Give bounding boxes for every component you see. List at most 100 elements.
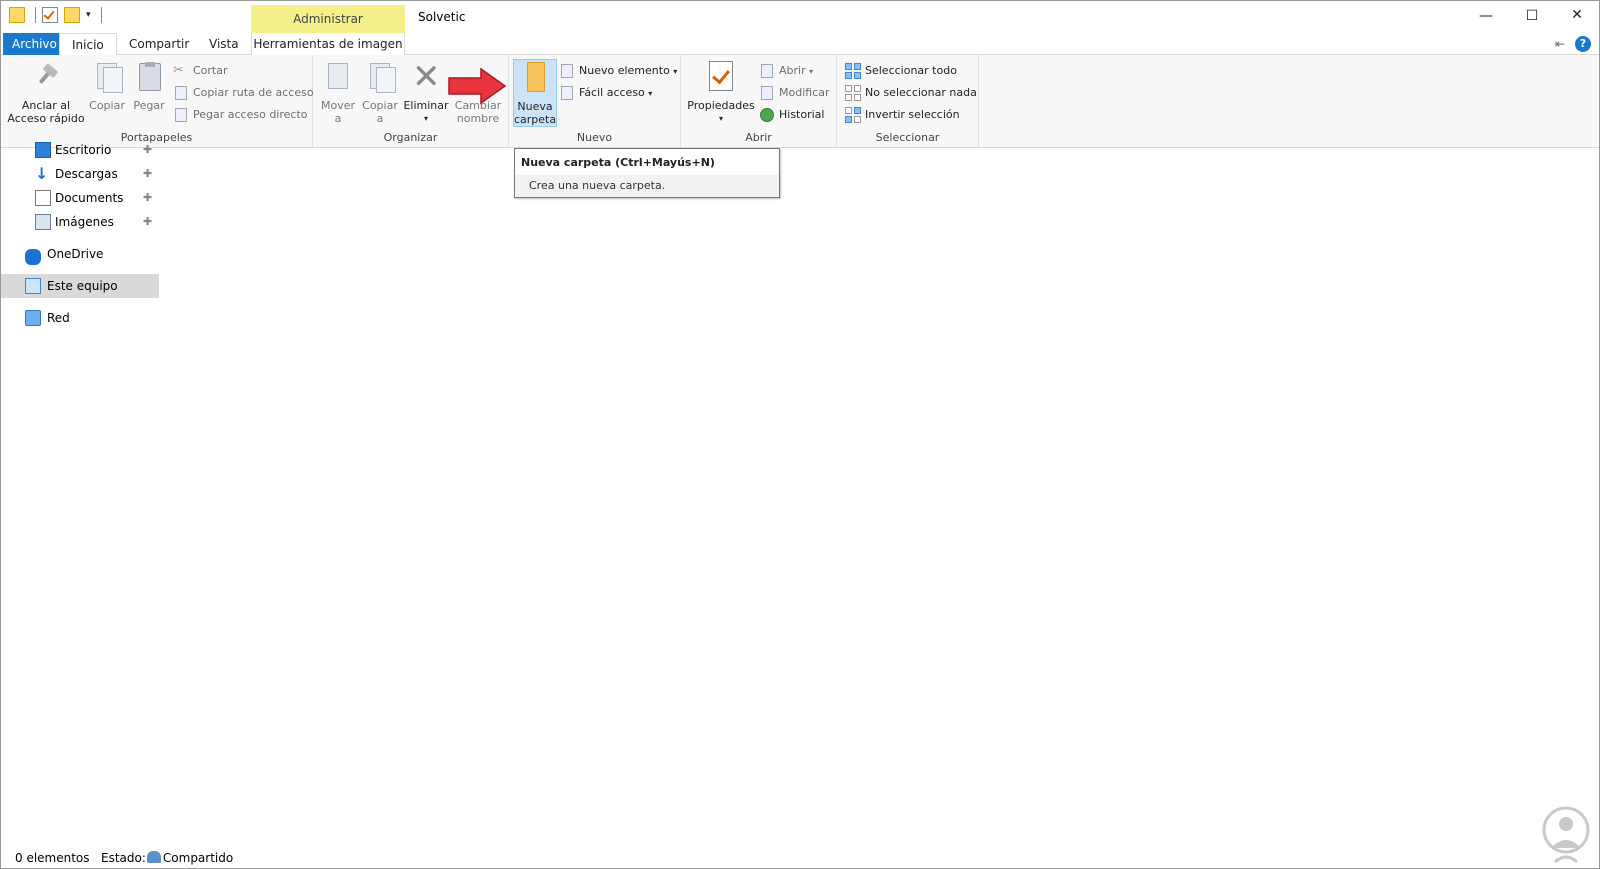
- help-icon[interactable]: ?: [1575, 36, 1591, 52]
- group-clipboard: Anclar al Acceso rápido Copiar Pegar ✂ C…: [1, 55, 314, 148]
- group-label-organize: Organizar: [383, 131, 438, 144]
- edit-icon: [759, 85, 775, 101]
- copy-label: Copiar: [89, 99, 125, 112]
- onedrive-icon: [25, 249, 41, 265]
- cut-button[interactable]: ✂ Cortar: [173, 61, 228, 81]
- copy-to-button[interactable]: Copiar a: [359, 59, 401, 125]
- easy-access-chevron-icon: ▾: [648, 89, 653, 98]
- invert-selection-label: Invertir selección: [865, 108, 960, 121]
- pin-icon: ✚: [143, 143, 153, 156]
- move-label-2: a: [334, 112, 342, 125]
- ribbon: Anclar al Acceso rápido Copiar Pegar ✂ C…: [1, 55, 1599, 148]
- easy-access-button[interactable]: Fácil acceso ▾: [559, 83, 652, 103]
- copy-path-label: Copiar ruta de acceso: [193, 86, 314, 99]
- navigation-pane: Escritorio ✚ ↓ Descargas ✚ Documents ✚ I…: [1, 142, 159, 838]
- new-folder-icon[interactable]: [64, 7, 80, 23]
- nav-label-documents: Documents: [55, 191, 124, 205]
- invert-selection-icon: [845, 107, 861, 123]
- delete-x-icon: ✕: [412, 57, 441, 97]
- tab-image-tools[interactable]: Herramientas de imagen: [251, 33, 405, 56]
- history-button[interactable]: Historial: [759, 105, 824, 125]
- properties-icon[interactable]: [42, 7, 58, 23]
- pin-label-2: Acceso rápido: [7, 112, 85, 125]
- history-icon: [759, 107, 775, 123]
- nav-item-network[interactable]: Red: [1, 306, 159, 330]
- toolbar-divider: [100, 7, 102, 23]
- paste-shortcut-icon: [173, 107, 189, 123]
- customize-toolbar-chevron-icon[interactable]: ▾: [86, 10, 91, 20]
- download-icon: ↓: [35, 164, 49, 183]
- copy-icon: [91, 61, 123, 93]
- copy-to-icon: [364, 61, 396, 93]
- paste-button[interactable]: Pegar: [129, 59, 169, 112]
- toolbar-divider: [35, 7, 36, 23]
- new-item-label: Nuevo elemento: [579, 64, 670, 77]
- nav-item-this-pc[interactable]: Este equipo: [1, 274, 159, 298]
- tab-home[interactable]: Inicio: [59, 33, 117, 56]
- state-value: Compartido: [162, 851, 234, 865]
- contextual-tab-manage[interactable]: Administrar: [251, 5, 405, 33]
- edit-label: Modificar: [779, 86, 830, 99]
- nav-item-pictures[interactable]: Imágenes ✚: [1, 210, 159, 234]
- open-chevron-icon: ▾: [809, 67, 814, 76]
- nav-item-downloads[interactable]: ↓ Descargas ✚: [1, 162, 159, 186]
- paste-shortcut-button[interactable]: Pegar acceso directo: [173, 105, 308, 125]
- select-all-button[interactable]: Seleccionar todo: [845, 61, 957, 81]
- copy-button[interactable]: Copiar: [87, 59, 127, 112]
- nav-item-documents[interactable]: Documents ✚: [1, 186, 159, 210]
- pin-icon: ✚: [143, 191, 153, 204]
- select-none-icon: [845, 85, 861, 101]
- easy-access-label: Fácil acceso: [579, 86, 645, 99]
- file-list-area[interactable]: [159, 148, 1599, 838]
- tab-view[interactable]: Vista: [197, 33, 251, 55]
- state-label: Estado:: [101, 851, 146, 865]
- select-all-icon: [845, 63, 861, 79]
- new-folder-label-2: carpeta: [514, 113, 557, 126]
- maximize-button[interactable]: ☐: [1509, 1, 1555, 33]
- pin-ribbon-icon[interactable]: ⇤: [1555, 37, 1565, 51]
- paste-shortcut-label: Pegar acceso directo: [193, 108, 308, 121]
- status-state: Estado: Compartido: [101, 851, 233, 865]
- help-area: ⇤ ?: [1555, 36, 1591, 52]
- nav-label-onedrive: OneDrive: [47, 247, 104, 261]
- properties-button[interactable]: Propiedades ▾: [687, 59, 755, 125]
- nav-item-desktop[interactable]: Escritorio ✚: [1, 138, 159, 162]
- invert-selection-button[interactable]: Invertir selección: [845, 105, 960, 125]
- close-button[interactable]: ✕: [1554, 0, 1600, 32]
- copy-to-label-2: a: [376, 112, 384, 125]
- properties-label: Propiedades: [687, 99, 755, 112]
- new-folder-button[interactable]: Nueva carpeta: [513, 59, 557, 127]
- ribbon-tab-row: Archivo Inicio Compartir Vista Herramien…: [1, 33, 1599, 56]
- pin-icon: [30, 61, 62, 93]
- nav-label-this-pc: Este equipo: [47, 279, 118, 293]
- window-title: Solvetic: [418, 10, 466, 24]
- quick-access-toolbar: ▾: [9, 7, 102, 23]
- red-arrow-icon: [448, 67, 507, 105]
- edit-button[interactable]: Modificar: [759, 83, 830, 103]
- rename-label-2: nombre: [456, 112, 500, 125]
- status-bar: 0 elementos Estado: Compartido: [1, 848, 1599, 868]
- history-label: Historial: [779, 108, 825, 121]
- network-icon: [25, 310, 41, 326]
- open-button[interactable]: Abrir ▾: [759, 61, 813, 81]
- pin-icon: ✚: [143, 167, 153, 180]
- minimize-button[interactable]: —: [1463, 1, 1509, 33]
- delete-button[interactable]: ✕ Eliminar ▾: [403, 59, 449, 125]
- folder-icon: [519, 62, 551, 94]
- copy-path-button[interactable]: Copiar ruta de acceso: [173, 83, 314, 103]
- copy-to-label-1: Copiar: [362, 99, 398, 112]
- title-bar: ▾ Administrar Solvetic — ☐: [1, 1, 1599, 33]
- nav-item-onedrive[interactable]: OneDrive: [1, 242, 159, 266]
- properties-chevron-icon: ▾: [718, 114, 723, 123]
- move-to-button[interactable]: Mover a: [317, 59, 359, 125]
- pin-quick-access-button[interactable]: Anclar al Acceso rápido: [7, 59, 85, 125]
- new-item-button[interactable]: Nuevo elemento ▾: [559, 61, 677, 81]
- shared-users-icon: [146, 851, 161, 863]
- delete-chevron-icon: ▾: [423, 114, 428, 123]
- tab-share[interactable]: Compartir: [117, 33, 201, 55]
- desktop-icon: [35, 142, 51, 158]
- tab-file[interactable]: Archivo: [3, 33, 66, 55]
- select-none-button[interactable]: No seleccionar nada: [845, 83, 977, 103]
- new-folder-label-1: Nueva: [517, 100, 553, 113]
- new-item-icon: [559, 63, 575, 79]
